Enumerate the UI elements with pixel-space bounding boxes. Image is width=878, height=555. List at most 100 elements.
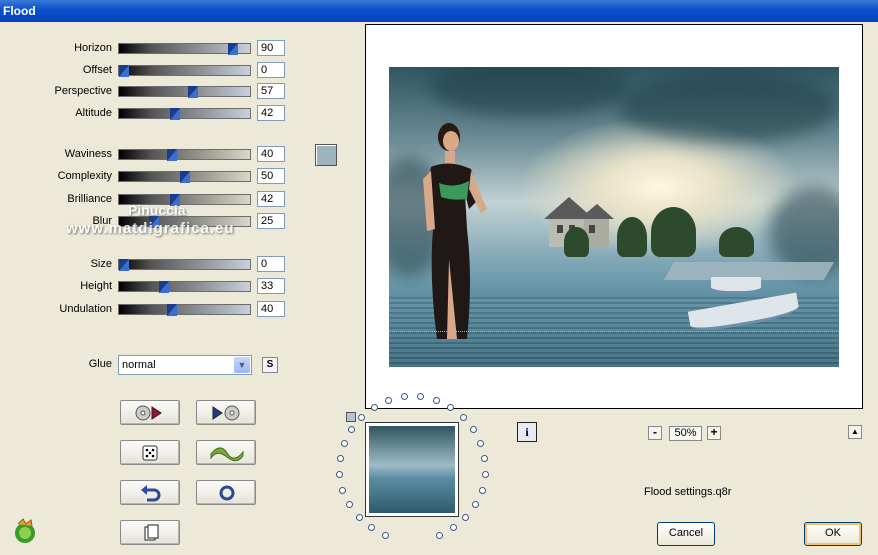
navigator-handle[interactable] (346, 412, 356, 422)
slider-row: Brilliance (20, 192, 112, 208)
ring-dot[interactable] (336, 471, 343, 478)
glue-row: Glue (40, 357, 112, 373)
zoom-in-button[interactable]: + (707, 426, 721, 440)
ring-dot[interactable] (450, 524, 457, 531)
ring-dot[interactable] (433, 397, 440, 404)
settings-filename: Flood settings.q8r (644, 486, 732, 498)
ring-dot[interactable] (482, 471, 489, 478)
slider-thumb[interactable] (167, 304, 177, 316)
preview-image (389, 67, 839, 367)
ring-dot[interactable] (382, 532, 389, 539)
slider-track[interactable] (118, 108, 251, 120)
ring-dot[interactable] (462, 514, 469, 521)
slider-track[interactable] (118, 86, 251, 98)
default-button[interactable] (196, 480, 256, 505)
ring-dot[interactable] (348, 426, 355, 433)
ring-dot[interactable] (436, 532, 443, 539)
glue-s-button[interactable]: S (262, 357, 278, 373)
ring-dot[interactable] (385, 397, 392, 404)
ring-dot[interactable] (368, 524, 375, 531)
slider-track[interactable] (118, 259, 251, 271)
slider-track[interactable] (118, 149, 251, 161)
slider-thumb[interactable] (159, 281, 169, 293)
slider-row: Height (20, 279, 112, 295)
slider-thumb[interactable] (180, 171, 190, 183)
slider-value[interactable]: 40 (257, 146, 285, 162)
watermark-url: www.matdigrafica.eu (66, 220, 235, 237)
ring-dot[interactable] (417, 393, 424, 400)
ring-dot[interactable] (339, 487, 346, 494)
slider-value[interactable]: 57 (257, 83, 285, 99)
slider-label: Complexity (57, 170, 112, 182)
glue-select[interactable]: normal ▼ (118, 355, 252, 375)
ring-dot[interactable] (460, 414, 467, 421)
chevron-up-icon[interactable]: ▲ (848, 425, 862, 439)
slider-value[interactable]: 42 (257, 105, 285, 121)
window-title: Flood (0, 0, 878, 22)
reset-button[interactable] (120, 480, 180, 505)
slider-value[interactable]: 0 (257, 256, 285, 272)
ring-dot[interactable] (477, 440, 484, 447)
thumbnail-image (369, 426, 455, 513)
ok-button[interactable]: OK (804, 522, 862, 546)
slider-row: Offset (20, 63, 112, 79)
info-icon[interactable]: i (517, 422, 537, 442)
ring-dot[interactable] (337, 455, 344, 462)
ring-dot[interactable] (479, 487, 486, 494)
copy-button[interactable] (120, 520, 180, 545)
cancel-button[interactable]: Cancel (657, 522, 715, 546)
ring-dot[interactable] (371, 404, 378, 411)
randomize-button[interactable] (120, 440, 180, 465)
slider-value[interactable]: 40 (257, 301, 285, 317)
slider-track[interactable] (118, 65, 251, 77)
slider-row: Size (20, 257, 112, 273)
ring-dot[interactable] (341, 440, 348, 447)
slider-track[interactable] (118, 171, 251, 183)
slider-row: Horizon (20, 41, 112, 57)
slider-thumb[interactable] (119, 259, 129, 271)
ring-dot[interactable] (470, 426, 477, 433)
ring-icon (219, 485, 235, 501)
slider-label: Offset (82, 64, 112, 76)
slider-thumb[interactable] (119, 65, 129, 77)
slider-row: Complexity (20, 169, 112, 185)
slider-thumb[interactable] (188, 86, 198, 98)
slider-track[interactable] (118, 281, 251, 293)
chevron-down-icon[interactable]: ▼ (234, 357, 250, 373)
plugin-logo-icon (15, 518, 35, 543)
load-preset-button[interactable] (120, 400, 180, 425)
ring-dot[interactable] (401, 393, 408, 400)
page-icon (144, 524, 159, 541)
wave-button[interactable] (196, 440, 256, 465)
slider-value[interactable]: 33 (257, 278, 285, 294)
ring-dot[interactable] (356, 514, 363, 521)
wave-icon (210, 447, 244, 462)
slider-thumb[interactable] (170, 108, 180, 120)
slider-value[interactable]: 50 (257, 168, 285, 184)
zoom-level: 50% (669, 426, 702, 441)
slider-track[interactable] (118, 304, 251, 316)
ring-dot[interactable] (447, 404, 454, 411)
ring-dot[interactable] (472, 501, 479, 508)
thumbnail-navigator[interactable] (365, 422, 459, 517)
arrow-disc-icon (212, 405, 240, 421)
ring-dot[interactable] (481, 455, 488, 462)
zoom-out-button[interactable]: - (648, 426, 662, 440)
slider-value[interactable]: 25 (257, 213, 285, 229)
slider-row: Perspective (20, 84, 112, 100)
horizon-line (389, 331, 839, 332)
color-swatch[interactable] (315, 144, 337, 166)
preview-pane[interactable] (365, 24, 863, 409)
slider-value[interactable]: 42 (257, 191, 285, 207)
slider-row: Waviness (20, 147, 112, 163)
slider-thumb[interactable] (167, 149, 177, 161)
slider-thumb[interactable] (228, 43, 238, 55)
slider-value[interactable]: 0 (257, 62, 285, 78)
ring-dot[interactable] (358, 414, 365, 421)
ring-dot[interactable] (346, 501, 353, 508)
save-preset-button[interactable] (196, 400, 256, 425)
slider-value[interactable]: 90 (257, 40, 285, 56)
glue-label: Glue (88, 358, 112, 370)
slider-label: Size (90, 258, 112, 270)
slider-track[interactable] (118, 43, 251, 55)
